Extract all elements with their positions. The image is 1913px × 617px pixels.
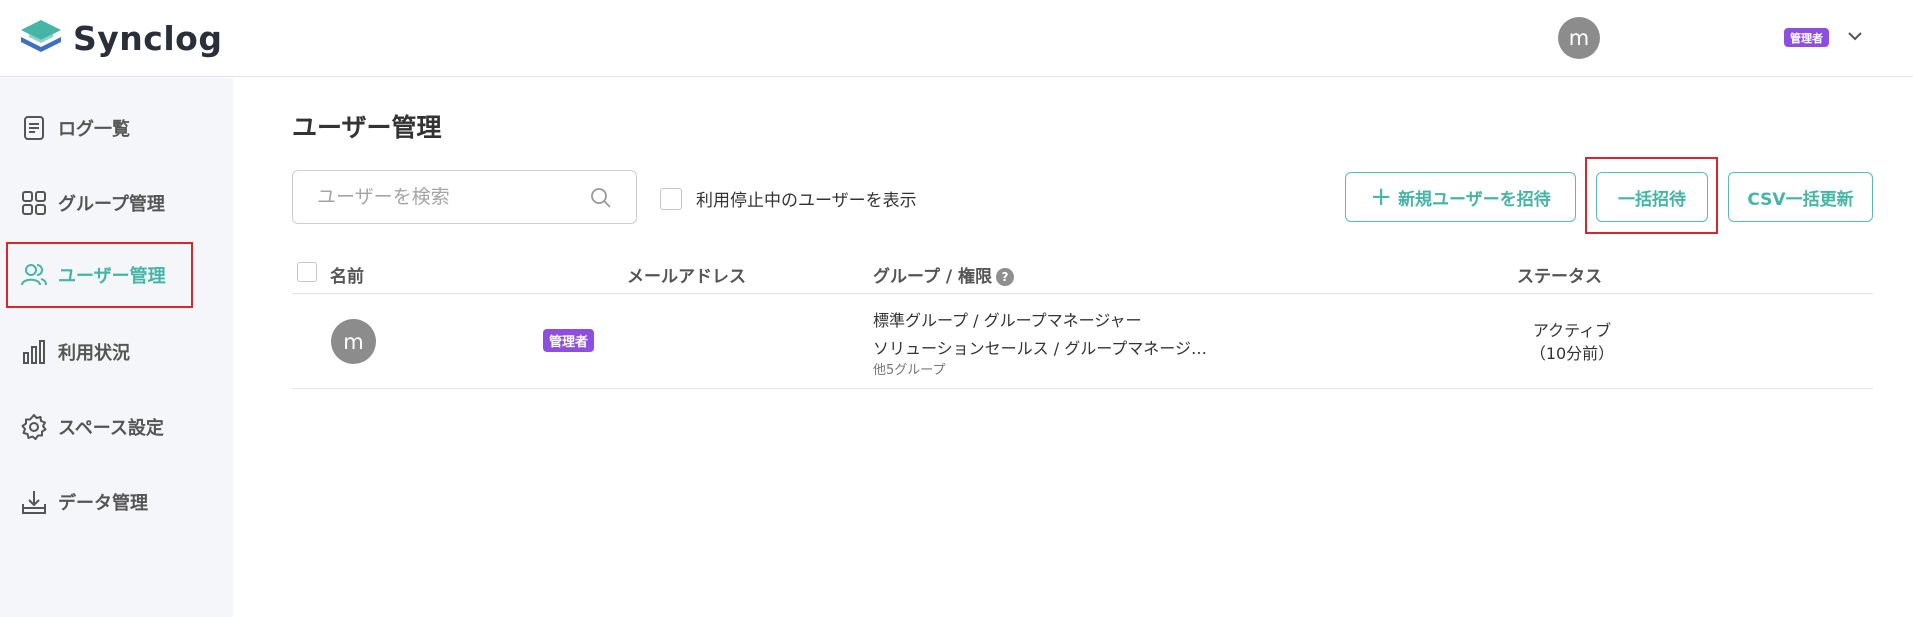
gear-icon: [21, 414, 47, 440]
avatar: m: [331, 319, 376, 364]
column-header-email[interactable]: メールアドレス: [627, 262, 746, 287]
sidebar-item-space-settings[interactable]: スペース設定: [8, 394, 195, 460]
table-row[interactable]: m 管理者 標準グループ / グループマネージャー ソリューションセールス / …: [292, 295, 1873, 389]
show-inactive-toggle[interactable]: 利用停止中のユーザーを表示: [660, 186, 917, 211]
invite-new-user-button[interactable]: + 新規ユーザーを招待: [1345, 172, 1576, 222]
sidebar-item-label: 利用状況: [58, 343, 130, 364]
search-input[interactable]: [317, 186, 587, 208]
show-inactive-checkbox[interactable]: [660, 187, 682, 210]
sidebar-item-logs[interactable]: ログ一覧: [8, 95, 195, 161]
sidebar-item-data-management[interactable]: データ管理: [8, 469, 195, 535]
sidebar-item-groups[interactable]: グループ管理: [8, 170, 195, 236]
column-header-group-role-label: グループ / 権限: [873, 267, 993, 287]
user-avatar[interactable]: m: [1558, 17, 1600, 59]
bar-chart-icon: [23, 340, 45, 364]
show-inactive-label: 利用停止中のユーザーを表示: [696, 191, 917, 211]
table-header: 名前 メールアドレス グループ / 権限? ステータス: [292, 258, 1873, 294]
grid-icon: [22, 191, 46, 215]
column-header-group-role: グループ / 権限?: [873, 262, 1015, 287]
csv-bulk-update-button[interactable]: CSV一括更新: [1728, 172, 1873, 222]
plus-icon: +: [1370, 182, 1393, 212]
sidebar-item-label: ログ一覧: [58, 119, 130, 140]
users-icon: [21, 264, 47, 286]
status-text: アクティブ （10分前）: [1517, 319, 1627, 365]
logo-icon: [21, 20, 61, 52]
column-header-name[interactable]: 名前: [330, 262, 364, 287]
bulk-invite-button[interactable]: 一括招待: [1596, 172, 1708, 222]
sidebar-item-label: グループ管理: [58, 194, 165, 215]
status-value: アクティブ: [1532, 321, 1612, 340]
app-name: Synclog: [73, 18, 223, 58]
document-list-icon: [24, 116, 44, 140]
chevron-down-icon[interactable]: [1846, 27, 1864, 45]
status-time: （10分前）: [1529, 344, 1615, 363]
page-title: ユーザー管理: [292, 113, 442, 142]
sidebar: ログ一覧 グループ管理 ユーザー管理 利用状況 スペース設定 データ管理: [0, 78, 233, 617]
search-icon[interactable]: [590, 187, 612, 209]
sidebar-item-label: データ管理: [58, 493, 148, 514]
sidebar-item-label: スペース設定: [58, 418, 164, 439]
search-box[interactable]: [292, 170, 637, 224]
role-badge: 管理者: [543, 329, 595, 352]
top-header: Synclog m 管理者: [0, 0, 1913, 77]
group-role-2: ソリューションセールス / グループマネージ…: [873, 339, 1207, 358]
sidebar-item-usage[interactable]: 利用状況: [8, 319, 195, 385]
sidebar-item-label: ユーザー管理: [58, 266, 166, 287]
download-tray-icon: [22, 491, 46, 514]
select-all-checkbox[interactable]: [297, 262, 317, 282]
group-role-1: 標準グループ / グループマネージャー: [873, 311, 1142, 330]
sidebar-item-users[interactable]: ユーザー管理: [6, 242, 193, 308]
column-header-status[interactable]: ステータス: [1517, 262, 1602, 287]
invite-new-user-label: 新規ユーザーを招待: [1398, 189, 1551, 210]
help-icon[interactable]: ?: [996, 268, 1015, 286]
more-groups: 他5グループ: [873, 363, 946, 378]
logo[interactable]: Synclog: [17, 18, 222, 58]
role-badge: 管理者: [1784, 28, 1829, 47]
